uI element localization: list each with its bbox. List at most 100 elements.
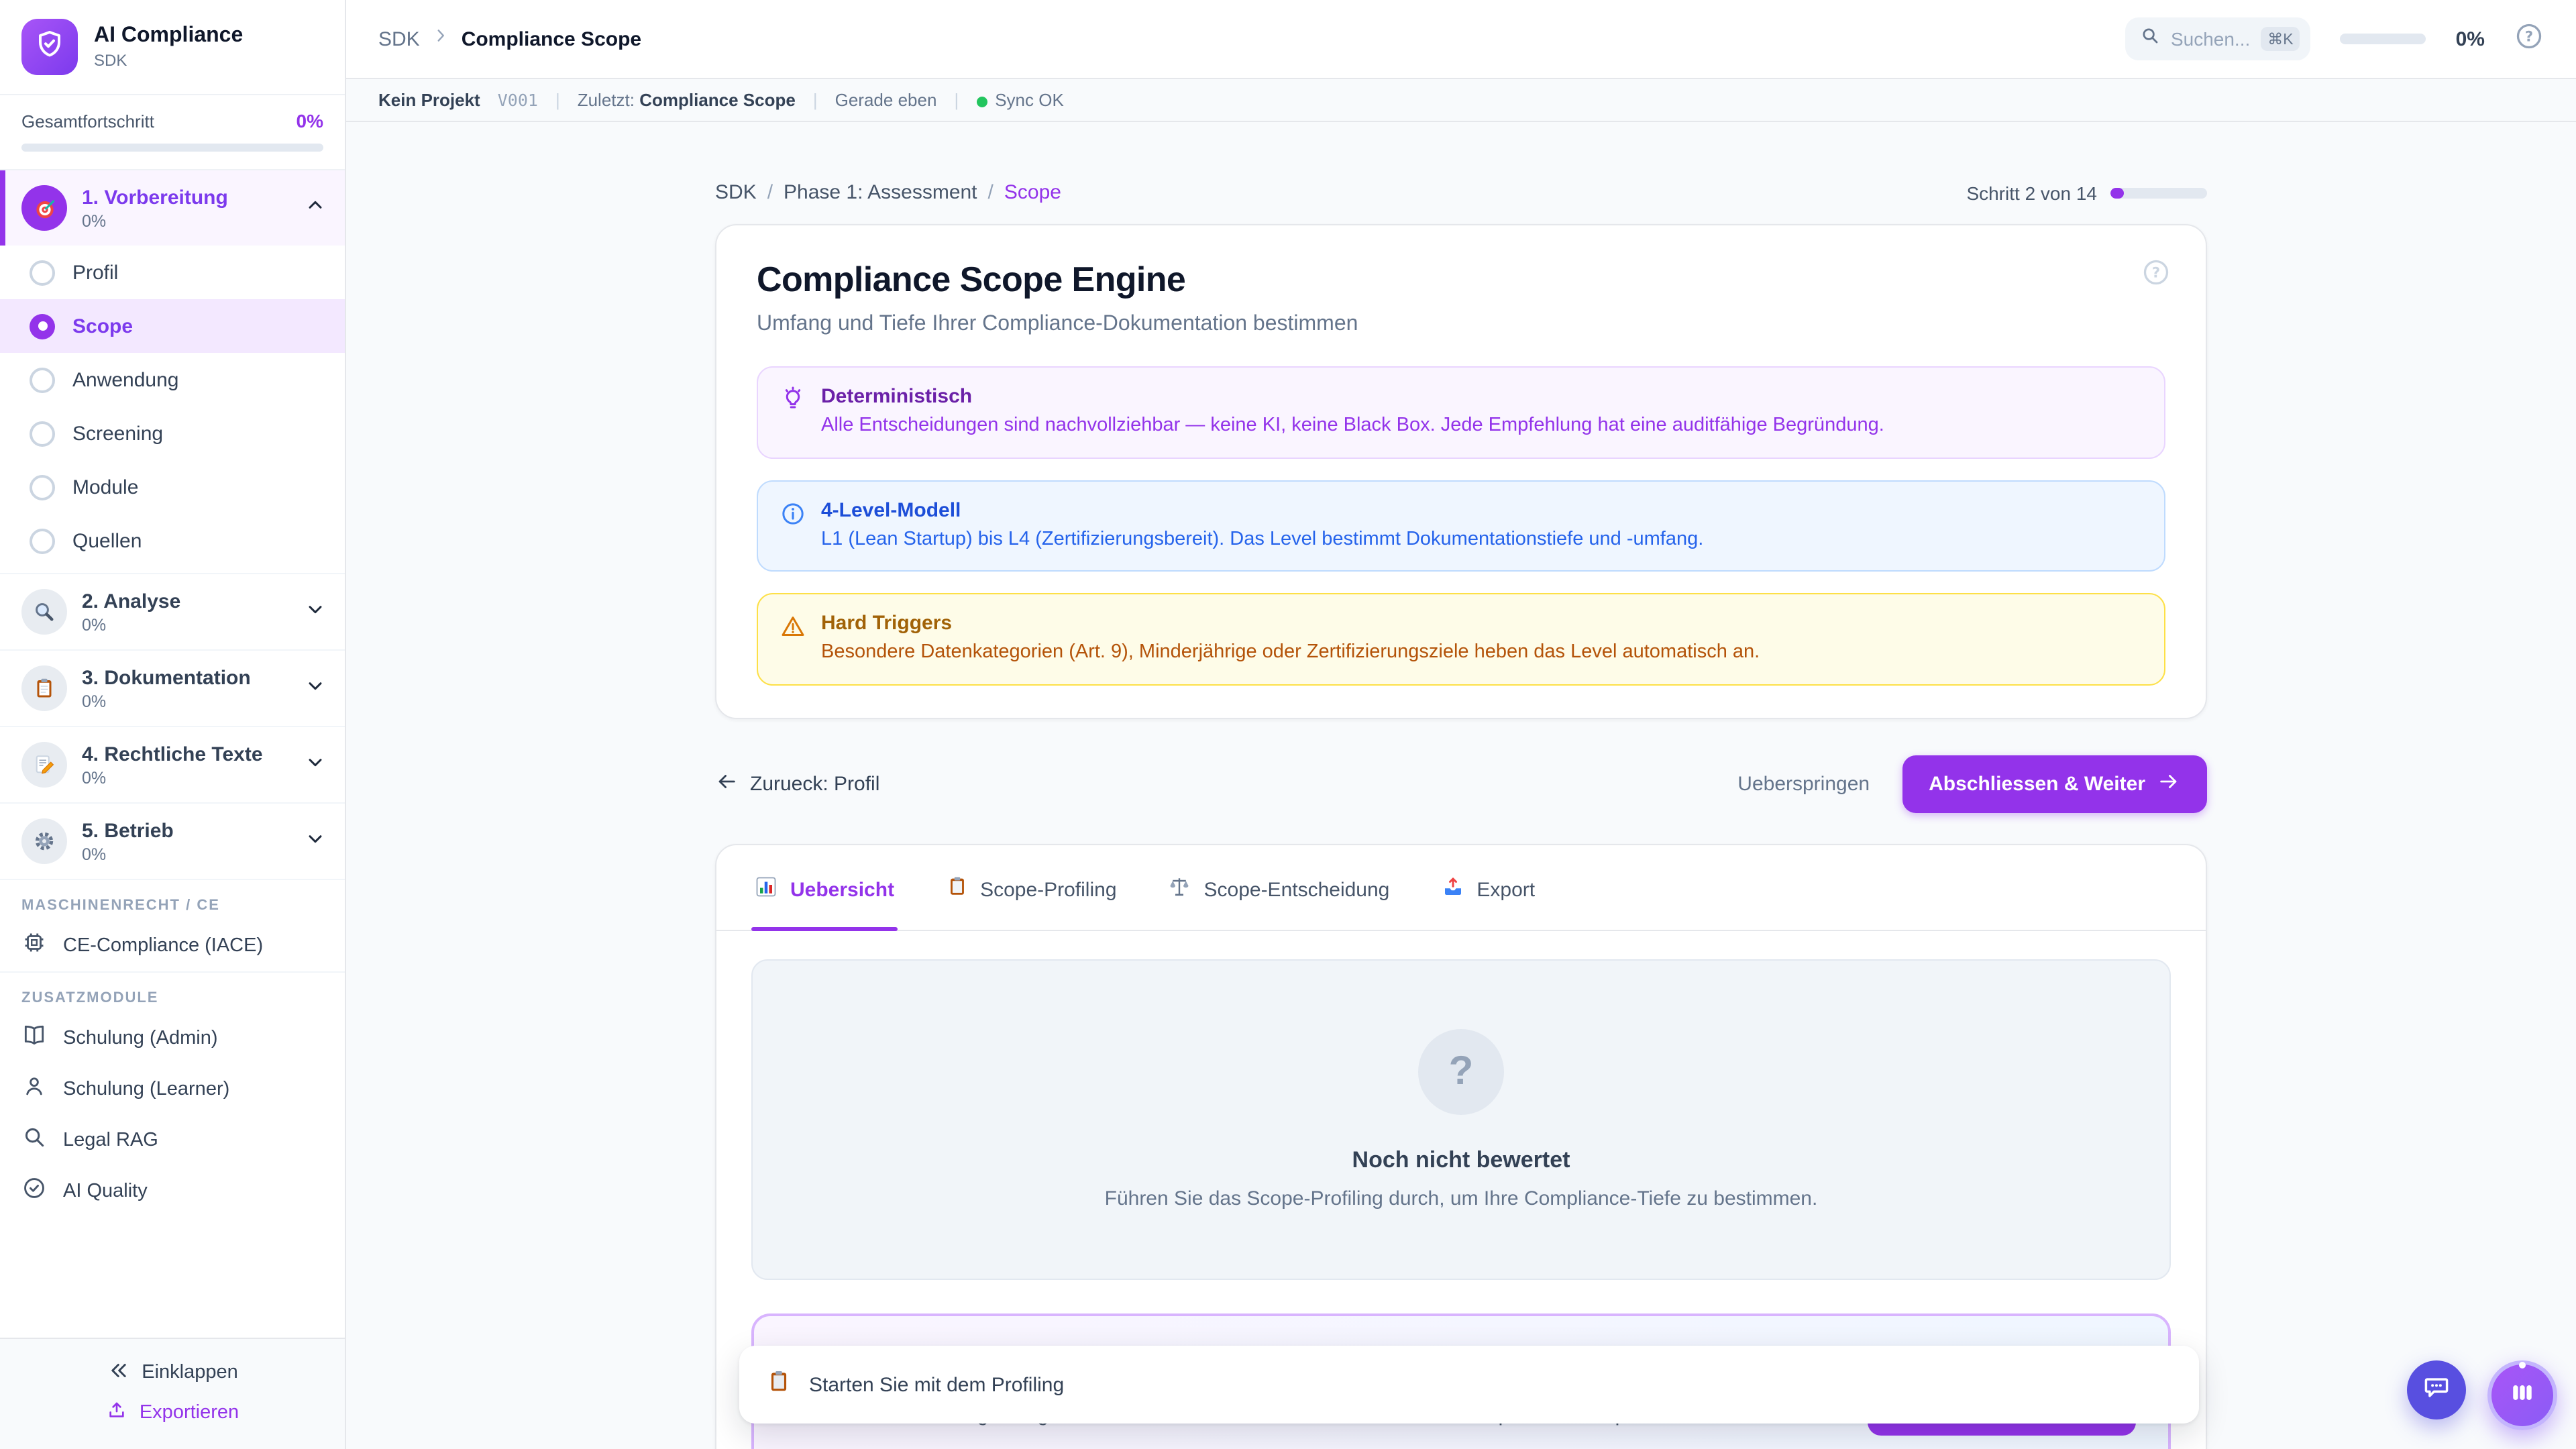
- phase-header-dokumentation[interactable]: 3. Dokumentation 0%: [0, 651, 345, 726]
- radio-icon: [30, 260, 55, 285]
- panel-fab-button[interactable]: [2487, 1360, 2557, 1430]
- sidebar-item-label: AI Quality: [63, 1181, 148, 1202]
- search-icon: [21, 1124, 47, 1157]
- info-box-4-level-modell: 4-Level-Modell L1 (Lean Startup) bis L4 …: [757, 480, 2165, 572]
- sidebar-item-schulung-learner[interactable]: Schulung (Learner): [0, 1064, 345, 1115]
- chevron-down-icon: [305, 751, 326, 779]
- radio-icon: [30, 421, 55, 446]
- content-breadcrumb: SDK / Phase 1: Assessment / Scope: [715, 181, 1061, 204]
- export-button[interactable]: Exportieren: [0, 1393, 345, 1433]
- sidebar-item-quellen[interactable]: Quellen: [0, 514, 345, 568]
- step-progress-fill: [2110, 187, 2124, 198]
- sidebar-item-profil[interactable]: Profil: [0, 246, 345, 299]
- sidebar-item-legal-rag[interactable]: Legal RAG: [0, 1115, 345, 1166]
- sidebar-item-ai-quality[interactable]: AI Quality: [0, 1166, 345, 1217]
- page-title: Compliance Scope Engine: [757, 259, 2165, 301]
- sidebar-header: AI Compliance SDK: [0, 0, 345, 95]
- wizard-nav-row: Zurueck: Profil Ueberspringen Abschliess…: [715, 755, 2207, 812]
- tab-scope-profiling[interactable]: Scope-Profiling: [943, 845, 1119, 929]
- last-label: Zuletzt:: [578, 90, 635, 110]
- chat-fab-button[interactable]: [2407, 1360, 2466, 1419]
- info-box-hard-triggers: Hard Triggers Besondere Datenkategorien …: [757, 593, 2165, 685]
- chevron-down-icon: [305, 674, 326, 702]
- search-input[interactable]: Suchen... ⌘K: [2125, 17, 2311, 60]
- shield-check-icon: [34, 28, 66, 66]
- breadcrumb-root[interactable]: SDK: [378, 28, 420, 50]
- app-identity: AI Compliance SDK: [94, 24, 243, 70]
- radio-icon: [30, 528, 55, 553]
- chevron-up-icon: [305, 194, 326, 222]
- sidebar-item-screening[interactable]: Screening: [0, 407, 345, 460]
- breadcrumb-sdk[interactable]: SDK: [715, 181, 757, 204]
- phase-header-analyse[interactable]: 2. Analyse 0%: [0, 574, 345, 649]
- breadcrumb-phase[interactable]: Phase 1: Assessment: [784, 181, 977, 204]
- sidebar-item-label: Schulung (Learner): [63, 1079, 229, 1100]
- question-glyph: ?: [1449, 1049, 1474, 1094]
- phase-name: 1. Vorbereitung: [82, 186, 290, 209]
- arrow-right-icon: [2157, 769, 2180, 798]
- help-icon[interactable]: ?: [2514, 21, 2544, 57]
- complete-next-button[interactable]: Abschliessen & Weiter: [1902, 755, 2207, 812]
- sidebar-item-module[interactable]: Module: [0, 460, 345, 514]
- arrow-left-icon: [715, 769, 738, 798]
- radio-icon: [30, 367, 55, 392]
- sidebar-item-anwendung[interactable]: Anwendung: [0, 353, 345, 407]
- sync-ok-dot: [976, 96, 987, 107]
- info-boxes: Deterministisch Alle Entscheidungen sind…: [757, 366, 2165, 685]
- section-header-maschinenrecht: MASCHINENRECHT / CE: [0, 880, 345, 920]
- phase-header-vorbereitung[interactable]: 1. Vorbereitung 0%: [0, 170, 345, 246]
- sidebar-item-schulung-admin[interactable]: Schulung (Admin): [0, 1013, 345, 1064]
- phase-header-betrieb[interactable]: 5. Betrieb 0%: [0, 804, 345, 879]
- topbar: SDK Compliance Scope Suchen... ⌘K 0% ?: [346, 0, 2576, 79]
- overall-progress-bar: [21, 144, 323, 152]
- clipboard-icon: [21, 665, 67, 711]
- overall-progress-label: Gesamtfortschritt: [21, 111, 154, 131]
- tab-scope-entscheidung[interactable]: Scope-Entscheidung: [1165, 845, 1393, 929]
- help-icon[interactable]: ?: [2141, 258, 2171, 294]
- outbox-tray-icon: [1440, 874, 1464, 905]
- sidebar-item-scope[interactable]: Scope: [0, 299, 345, 353]
- phase-group-analyse: 2. Analyse 0%: [0, 574, 345, 651]
- tab-label: Scope-Profiling: [980, 878, 1116, 901]
- content-column: SDK / Phase 1: Assessment / Scope Schrit…: [715, 181, 2207, 1449]
- phase-name: 3. Dokumentation: [82, 666, 290, 689]
- phase-group-betrieb: 5. Betrieb 0%: [0, 804, 345, 880]
- sidebar-item-ce-compliance[interactable]: CE-Compliance (IACE): [0, 920, 345, 971]
- sidebar-item-label: Legal RAG: [63, 1130, 158, 1151]
- bar-chart-icon: [754, 874, 778, 905]
- sidebar-item-label: Screening: [72, 422, 163, 445]
- question-mark-placeholder: ?: [1418, 1028, 1504, 1114]
- phase-group-rechtliche-texte: 4. Rechtliche Texte 0%: [0, 727, 345, 804]
- breadcrumb-separator: /: [988, 181, 994, 204]
- collapse-sidebar-button[interactable]: Einklappen: [0, 1352, 345, 1393]
- overall-progress: Gesamtfortschritt 0%: [0, 95, 345, 170]
- app-title: AI Compliance: [94, 24, 243, 48]
- sidebar-item-label: Quellen: [72, 529, 142, 552]
- gear-icon: [21, 818, 67, 864]
- phase-percent: 0%: [82, 211, 290, 230]
- skip-button[interactable]: Ueberspringen: [1737, 772, 1870, 795]
- phase-percent: 0%: [82, 692, 290, 710]
- overall-progress-value: 0%: [297, 110, 323, 131]
- sidebar-item-label: Scope: [72, 315, 133, 337]
- svg-text:?: ?: [2525, 28, 2533, 44]
- double-chevron-left-icon: [107, 1358, 129, 1387]
- next-label: Abschliessen & Weiter: [1929, 772, 2145, 795]
- lightbulb-icon: [780, 386, 806, 420]
- profiling-toast[interactable]: Starten Sie mit dem Profiling: [739, 1346, 2199, 1424]
- upload-icon: [106, 1399, 127, 1426]
- info-circle-icon: [780, 500, 806, 533]
- search-icon: [2140, 25, 2160, 52]
- chevron-down-icon: [305, 598, 326, 626]
- sidebar-item-label: CE-Compliance (IACE): [63, 935, 263, 957]
- tab-label: Uebersicht: [790, 878, 894, 901]
- back-button[interactable]: Zurueck: Profil: [715, 769, 879, 798]
- info-box-title: Hard Triggers: [821, 612, 1760, 635]
- tab-uebersicht[interactable]: Uebersicht: [751, 845, 897, 929]
- phase-header-rechtliche-texte[interactable]: 4. Rechtliche Texte 0%: [0, 727, 345, 802]
- sidebar-footer: Einklappen Exportieren: [0, 1338, 345, 1449]
- tab-export[interactable]: Export: [1438, 845, 1538, 929]
- last-step: Zuletzt: Compliance Scope: [578, 90, 796, 110]
- phase-percent: 0%: [82, 615, 290, 634]
- divider: |: [954, 90, 959, 110]
